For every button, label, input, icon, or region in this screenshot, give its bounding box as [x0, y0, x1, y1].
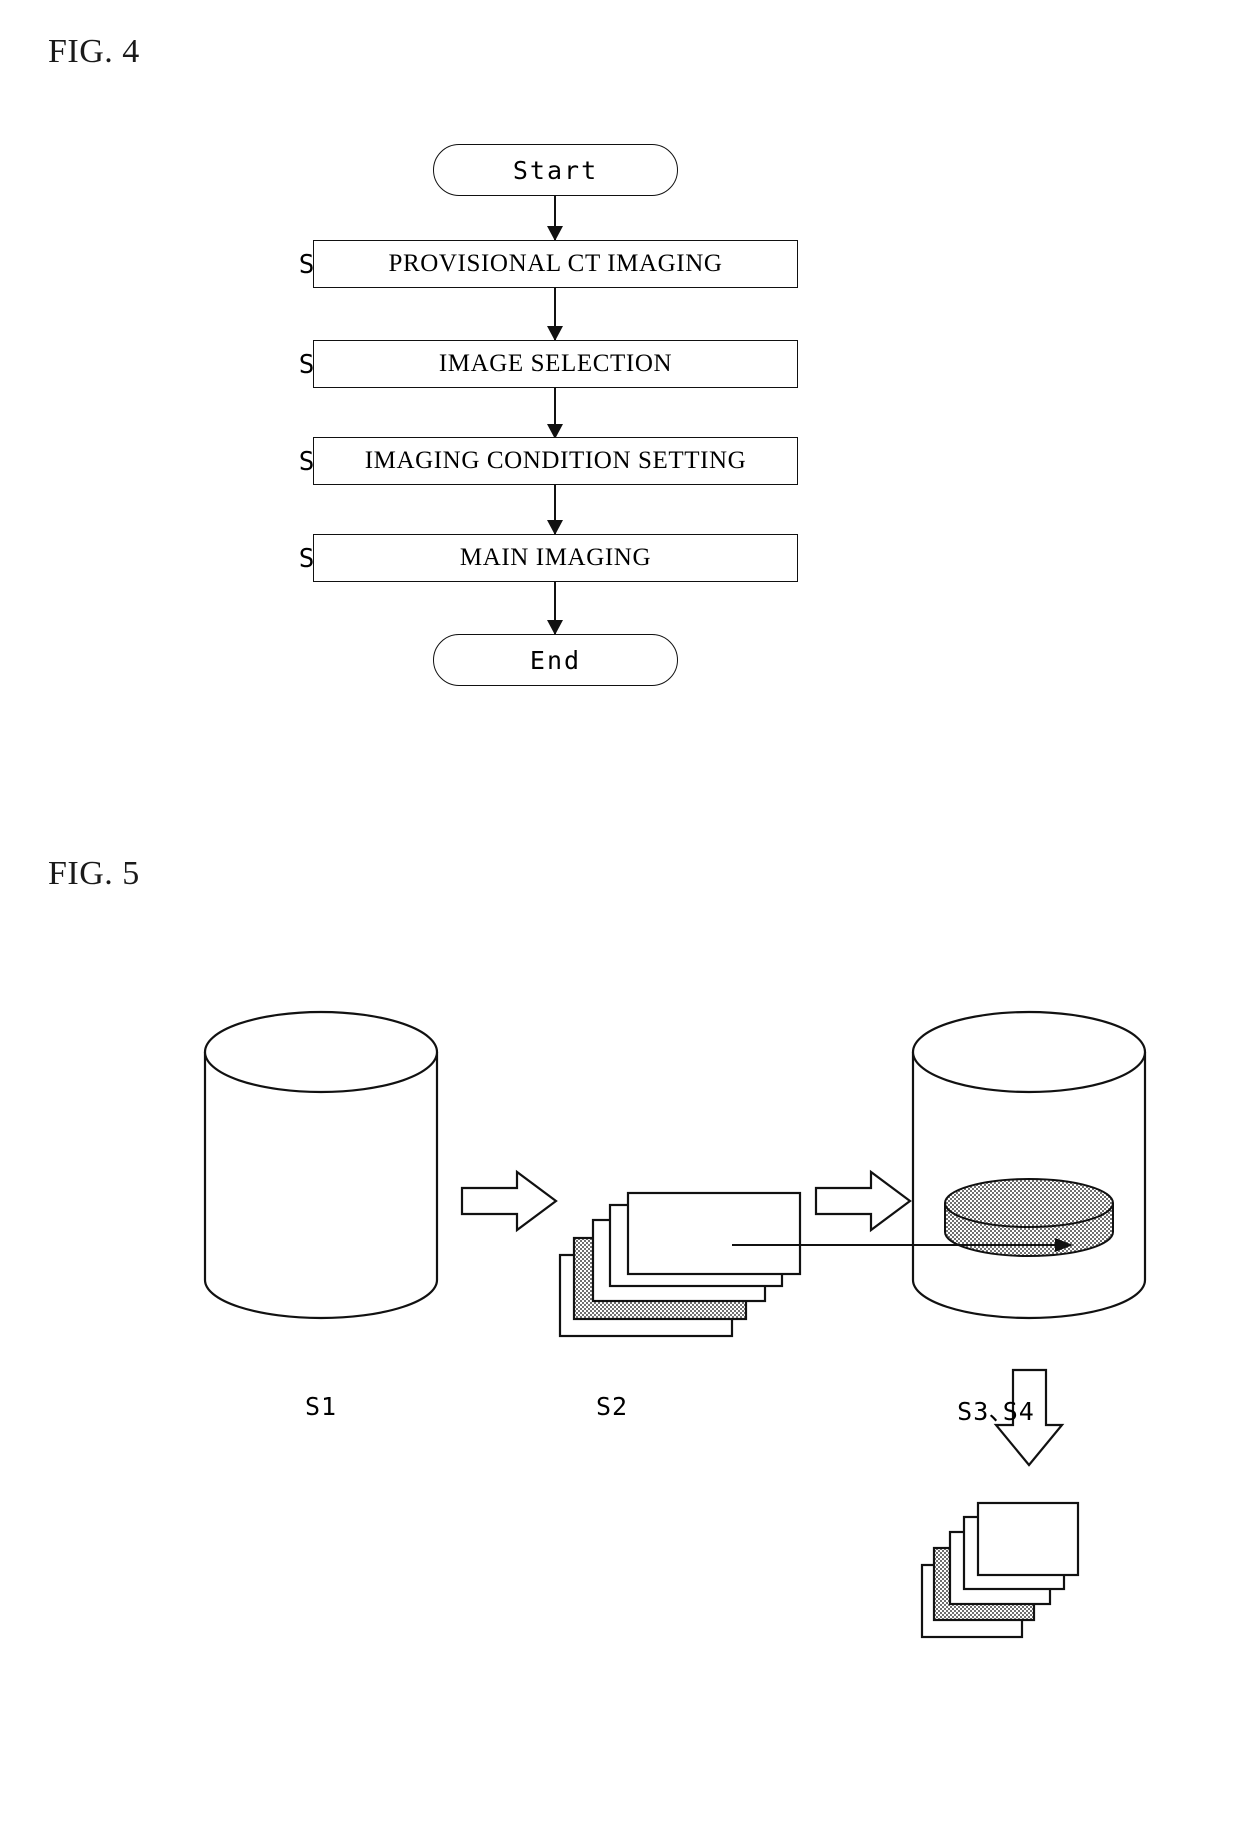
ct-slice-stack	[558, 1191, 802, 1338]
process-box-s3: IMAGING CONDITION SETTING	[313, 437, 798, 485]
stage-label-s1: S1	[304, 1392, 338, 1421]
connector-s4-to-end	[547, 582, 563, 635]
output-slice-stack	[920, 1501, 1080, 1639]
right-specimen-cylinder	[911, 1010, 1147, 1320]
process-box-s2: IMAGE SELECTION	[313, 340, 798, 388]
figure-5-artwork	[203, 1010, 1147, 1639]
process-box-s1: PROVISIONAL CT IMAGING	[313, 240, 798, 288]
process-label-s4: MAIN IMAGING	[459, 544, 652, 571]
stage-label-s3-s4: S3､S4	[957, 1397, 1035, 1426]
figure-4-flowchart: Start S1 PROVISIONAL CT IMAGING S2 IMAGE…	[0, 0, 1240, 760]
connector-s1-to-s2	[547, 288, 563, 341]
figure-5-illustration: S1 S2 S3､S4	[0, 900, 1240, 1800]
patent-figure-page: FIG. 4 Start S1 PROVISIONAL CT IMAGING S…	[0, 0, 1240, 1824]
process-label-s2: IMAGE SELECTION	[438, 350, 673, 377]
flowchart-end-terminator: End	[433, 634, 678, 686]
block-arrow-right-2	[814, 1169, 912, 1233]
connector-s3-to-s4	[547, 485, 563, 535]
connector-s2-to-s3	[547, 388, 563, 439]
stage-label-s2: S2	[595, 1392, 629, 1421]
process-box-s4: MAIN IMAGING	[313, 534, 798, 582]
process-label-s3: IMAGING CONDITION SETTING	[364, 447, 747, 474]
block-arrow-right-1	[460, 1169, 558, 1233]
left-specimen-cylinder	[203, 1010, 439, 1320]
process-label-s1: PROVISIONAL CT IMAGING	[388, 250, 723, 277]
end-label: End	[529, 645, 582, 675]
flowchart-start-terminator: Start	[433, 144, 678, 196]
start-label: Start	[512, 155, 599, 185]
connector-start-to-s1	[547, 196, 563, 241]
figure-5-caption: FIG. 5	[48, 855, 140, 892]
